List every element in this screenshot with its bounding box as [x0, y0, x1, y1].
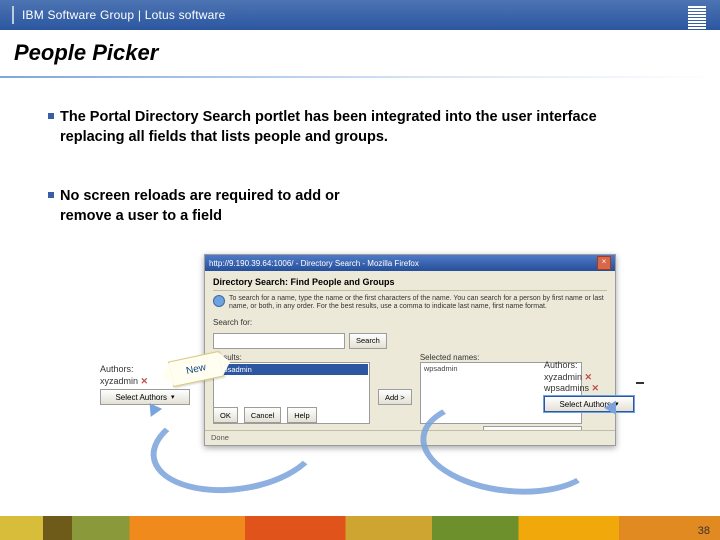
authors-value: xyzadmin — [100, 376, 138, 386]
authors-value: wpsadmins — [544, 383, 589, 393]
dialog-titlebar: http://9.190.39.64:1006/ - Directory Sea… — [205, 255, 615, 271]
remove-chip-icon[interactable]: ✕ — [585, 372, 593, 382]
dialog-info: To search for a name, type the name or t… — [213, 295, 607, 312]
slide-title: People Picker — [14, 40, 720, 66]
select-authors-button[interactable]: Select Authors▾ — [100, 389, 190, 405]
header-bar: IBM Software Group | Lotus software — [0, 0, 720, 30]
dialog-info-text: To search for a name, type the name or t… — [229, 295, 607, 312]
result-item[interactable]: wpsadmin — [215, 364, 368, 375]
dialog-title-text: http://9.190.39.64:1006/ - Directory Sea… — [209, 259, 419, 268]
close-icon[interactable]: × — [597, 256, 611, 270]
page-number: 38 — [698, 525, 710, 537]
footer-bar — [0, 516, 720, 540]
info-icon — [213, 295, 225, 307]
add-button[interactable]: Add > — [378, 389, 412, 405]
bullet-2: No screen reloads are required to add or… — [48, 187, 390, 226]
title-underline — [0, 76, 720, 78]
authors-label: Authors: — [544, 360, 634, 370]
dialog-heading: Directory Search: Find People and Groups — [213, 277, 607, 287]
search-button[interactable]: Search — [349, 333, 387, 349]
results-label: Results: — [213, 353, 370, 362]
chevron-down-icon: ▾ — [171, 393, 175, 401]
search-label: Search for: — [213, 318, 252, 327]
bullet-list: The Portal Directory Search portlet has … — [48, 108, 692, 226]
dialog-separator — [213, 290, 607, 291]
header-title: IBM Software Group | Lotus software — [22, 8, 226, 22]
search-input[interactable] — [213, 333, 345, 349]
dash-mark — [636, 382, 644, 384]
remove-chip-icon[interactable]: ✕ — [141, 376, 149, 386]
ibm-logo — [688, 6, 706, 29]
remove-chip-icon[interactable]: ✕ — [592, 383, 600, 393]
header-divider — [12, 6, 14, 24]
authors-value: xyzadmin — [544, 372, 582, 382]
bullet-1: The Portal Directory Search portlet has … — [48, 108, 660, 147]
